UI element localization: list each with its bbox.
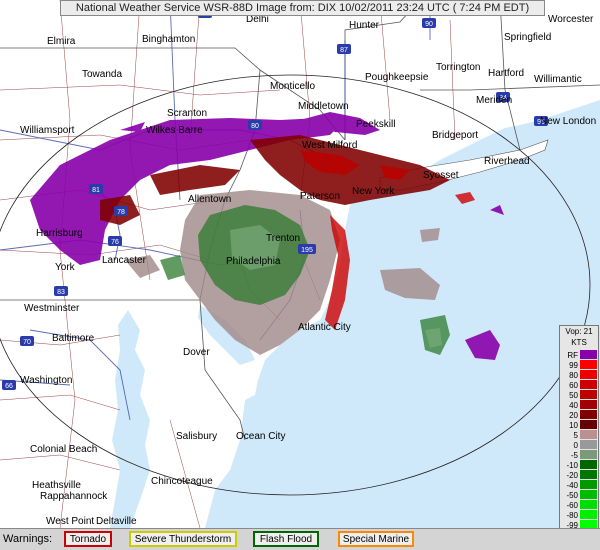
city-label: Willimantic bbox=[534, 74, 582, 85]
legend-color-swatch bbox=[580, 450, 597, 459]
city-label: Riverhead bbox=[484, 156, 530, 167]
city-label: Wilkes Barre bbox=[146, 125, 203, 136]
legend-color-swatch bbox=[580, 430, 597, 439]
svg-text:76: 76 bbox=[111, 239, 119, 246]
city-label: Heathsville bbox=[32, 480, 81, 491]
city-label: Paterson bbox=[300, 191, 340, 202]
city-label: Binghamton bbox=[142, 34, 195, 45]
svg-text:83: 83 bbox=[57, 289, 65, 296]
city-label: York bbox=[55, 262, 76, 273]
radar-map: 86 87 90 84 80 78 76 81 83 95 195 70 66 … bbox=[0, 0, 600, 528]
interstate-78-shield: 78 bbox=[114, 206, 128, 216]
city-label: Hartford bbox=[488, 68, 524, 79]
interstate-70-shield: 70 bbox=[20, 336, 34, 346]
svg-text:195: 195 bbox=[301, 247, 313, 254]
city-label: Washington bbox=[20, 375, 72, 386]
svg-text:90: 90 bbox=[425, 21, 433, 28]
legend-product: Vop: 21 bbox=[565, 327, 593, 336]
legend-units: KTS bbox=[571, 338, 587, 347]
city-label: Monticello bbox=[270, 81, 315, 92]
image-title-bar: National Weather Service WSR-88D Image f… bbox=[60, 0, 545, 16]
interstate-76-shield: 76 bbox=[108, 236, 122, 246]
city-label: Williamsport bbox=[20, 125, 75, 136]
legend-color-swatch bbox=[580, 490, 597, 499]
city-label: Worcester bbox=[548, 14, 594, 25]
warning-special-marine[interactable]: Special Marine bbox=[338, 531, 414, 547]
city-label: Baltimore bbox=[52, 333, 95, 344]
svg-text:81: 81 bbox=[92, 187, 100, 194]
city-label: Bridgeport bbox=[432, 130, 478, 141]
city-label: Deltaville bbox=[96, 516, 137, 527]
interstate-195-shield: 195 bbox=[298, 244, 316, 254]
svg-text:87: 87 bbox=[340, 47, 348, 54]
city-label: Poughkeepsie bbox=[365, 72, 429, 83]
city-label: Torrington bbox=[436, 62, 480, 73]
interstate-87-shield: 87 bbox=[337, 44, 351, 54]
interstate-80-shield: 80 bbox=[248, 120, 262, 130]
warning-tornado[interactable]: Tornado bbox=[64, 531, 112, 547]
interstate-83-shield: 83 bbox=[54, 286, 68, 296]
legend-color-swatch bbox=[580, 470, 597, 479]
velocity-legend: Vop: 21 KTS RF 99 80 60 50 40 20 10 5 0 -5 -10 -20 -4… bbox=[559, 325, 599, 543]
city-label: Westminster bbox=[24, 303, 80, 314]
city-label: Atlantic City bbox=[298, 322, 351, 333]
city-label: Meriden bbox=[476, 95, 512, 106]
city-label: Ocean City bbox=[236, 431, 285, 442]
warnings-bar: Warnings: Tornado Severe Thunderstorm Fl… bbox=[0, 528, 600, 550]
city-label: Towanda bbox=[82, 69, 122, 80]
city-label: Chincoteague bbox=[151, 476, 213, 487]
warning-severe-thunderstorm[interactable]: Severe Thunderstorm bbox=[129, 531, 237, 547]
city-label: Colonial Beach bbox=[30, 444, 97, 455]
legend-color-swatch bbox=[580, 370, 597, 379]
legend-color-swatch bbox=[580, 440, 597, 449]
legend-color-swatch bbox=[580, 400, 597, 409]
interstate-66-shield: 66 bbox=[2, 380, 16, 390]
city-label: Middletown bbox=[298, 101, 349, 112]
legend-color-swatch bbox=[580, 390, 597, 399]
city-label: Salisbury bbox=[176, 431, 217, 442]
legend-color-swatch bbox=[580, 380, 597, 389]
city-label: Peekskill bbox=[356, 119, 395, 130]
city-label: Hunter bbox=[349, 20, 380, 31]
city-label: Allentown bbox=[188, 194, 231, 205]
city-label: West Milford bbox=[302, 140, 357, 151]
city-label: Scranton bbox=[167, 108, 207, 119]
interstate-90-shield: 90 bbox=[422, 18, 436, 28]
legend-color-swatch bbox=[580, 510, 597, 519]
city-label: Syosset bbox=[423, 170, 459, 181]
city-label: Trenton bbox=[266, 233, 300, 244]
legend-color-swatch bbox=[580, 480, 597, 489]
svg-text:80: 80 bbox=[251, 123, 259, 130]
city-label: Springfield bbox=[504, 32, 551, 43]
legend-color-swatch bbox=[580, 420, 597, 429]
legend-color-swatch bbox=[580, 360, 597, 369]
legend-color-swatch bbox=[580, 500, 597, 509]
warnings-label: Warnings: bbox=[3, 533, 53, 545]
city-label: West Point bbox=[46, 516, 94, 527]
svg-text:66: 66 bbox=[5, 383, 13, 390]
city-label: Harrisburg bbox=[36, 228, 83, 239]
city-label: Dover bbox=[183, 347, 210, 358]
legend-color-swatch bbox=[580, 350, 597, 359]
city-label: Philadelphia bbox=[226, 256, 281, 267]
svg-text:70: 70 bbox=[23, 339, 31, 346]
interstate-81-shield: 81 bbox=[89, 184, 103, 194]
warning-flash-flood[interactable]: Flash Flood bbox=[253, 531, 319, 547]
city-label: New London bbox=[540, 116, 596, 127]
city-label: New York bbox=[352, 186, 395, 197]
legend-color-swatch bbox=[580, 460, 597, 469]
city-label: Lancaster bbox=[102, 255, 147, 266]
city-label: Rappahannock bbox=[40, 491, 108, 502]
svg-text:78: 78 bbox=[117, 209, 125, 216]
legend-color-swatch bbox=[580, 410, 597, 419]
city-label: Elmira bbox=[47, 36, 76, 47]
